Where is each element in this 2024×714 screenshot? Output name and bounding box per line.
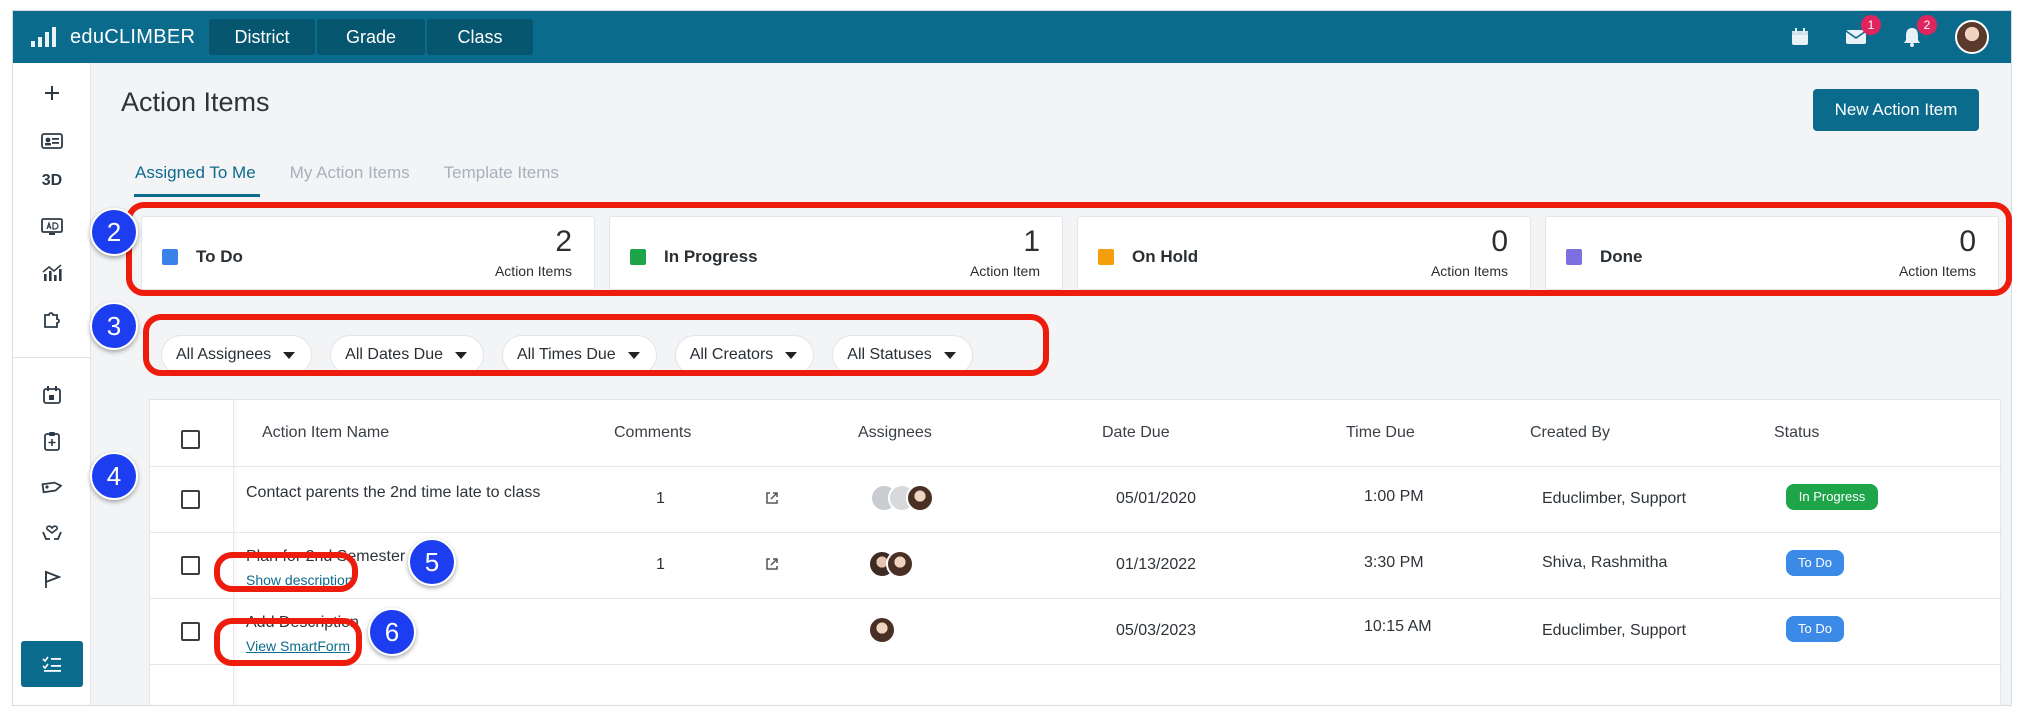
row-divider — [150, 598, 2002, 599]
new-action-item-button[interactable]: New Action Item — [1813, 89, 1979, 131]
assignee-avatar — [906, 484, 934, 512]
page-title: Action Items — [121, 87, 270, 117]
checklist-icon — [42, 656, 61, 672]
column-header-date-due[interactable]: Date Due — [1102, 424, 1170, 442]
row-checkbox[interactable] — [181, 622, 200, 641]
open-external-icon[interactable] — [764, 556, 780, 572]
comment-count: 1 — [656, 490, 665, 507]
row-checkbox[interactable] — [181, 556, 200, 575]
tab-district[interactable]: District — [209, 19, 315, 55]
callout-3: 3 — [90, 302, 138, 350]
flag-icon[interactable] — [13, 561, 91, 597]
callout-6: 6 — [368, 608, 416, 656]
assessment-display-icon[interactable] — [13, 209, 91, 245]
column-header-name[interactable]: Action Item Name — [262, 424, 389, 442]
tag-icon[interactable] — [13, 469, 91, 505]
created-by: Educlimber, Support — [1542, 490, 1687, 507]
time-due: 10:15 AM — [1364, 618, 1432, 635]
header-actions: 1 2 — [1787, 11, 1989, 63]
charts-icon[interactable] — [13, 255, 91, 291]
user-avatar[interactable] — [1955, 20, 1989, 54]
top-bar: eduCLIMBER District Grade Class 1 2 — [13, 11, 2011, 63]
schedule-icon[interactable] — [13, 377, 91, 413]
view-smartform-highlight — [214, 618, 362, 666]
row-divider — [150, 664, 2002, 665]
column-header-status[interactable]: Status — [1774, 424, 1819, 442]
column-header-created-by[interactable]: Created By — [1530, 424, 1610, 442]
open-external-icon[interactable] — [764, 490, 780, 506]
date-due: 05/03/2023 — [1116, 622, 1197, 639]
status-badge: To Do — [1786, 616, 1844, 642]
clipboard-icon[interactable] — [13, 423, 91, 459]
3d-view-icon[interactable]: 3D — [13, 163, 91, 199]
tab-assigned-to-me[interactable]: Assigned To Me — [135, 163, 256, 183]
row-checkbox[interactable] — [181, 490, 200, 509]
bell-icon[interactable]: 2 — [1899, 15, 1937, 50]
tab-grade[interactable]: Grade — [317, 19, 425, 55]
scope-tabs: District Grade Class — [209, 19, 533, 55]
puzzle-icon[interactable] — [13, 301, 91, 337]
comment-count: 1 — [656, 556, 665, 573]
action-items-nav[interactable] — [21, 641, 83, 687]
status-cards-highlight — [126, 202, 2012, 296]
time-due: 3:30 PM — [1364, 554, 1424, 571]
column-header-comments[interactable]: Comments — [614, 424, 691, 442]
assignee-avatar — [868, 616, 896, 644]
row-divider — [150, 532, 2002, 533]
support-hands-icon[interactable] — [13, 515, 91, 551]
brand[interactable]: eduCLIMBER — [31, 26, 209, 49]
mail-icon[interactable]: 1 — [1843, 15, 1881, 50]
row-divider — [150, 466, 2002, 467]
calendar-icon[interactable] — [1787, 24, 1813, 50]
mail-count-badge: 1 — [1861, 15, 1881, 35]
created-by: Shiva, Rashmitha — [1542, 554, 1668, 571]
callout-5: 5 — [408, 538, 456, 586]
status-badge: To Do — [1786, 550, 1844, 576]
action-item-tabs: Assigned To Me My Action Items Template … — [135, 163, 593, 183]
sidebar: 3D — [13, 63, 91, 705]
time-due: 1:00 PM — [1364, 488, 1424, 505]
column-header-assignees[interactable]: Assignees — [858, 424, 932, 442]
date-due: 05/01/2020 — [1116, 490, 1197, 507]
show-description-highlight — [214, 552, 358, 592]
tab-my-action-items[interactable]: My Action Items — [290, 163, 410, 183]
status-badge: In Progress — [1786, 484, 1878, 510]
callout-2: 2 — [90, 208, 138, 256]
action-item-name[interactable]: Contact parents the 2nd time late to cla… — [246, 484, 540, 502]
tab-template-items[interactable]: Template Items — [444, 163, 559, 183]
active-tab-indicator — [134, 194, 260, 197]
select-all-checkbox[interactable] — [181, 430, 200, 449]
date-due: 01/13/2022 — [1116, 556, 1197, 573]
logo-icon — [31, 27, 56, 47]
app-name: eduCLIMBER — [70, 25, 196, 48]
sidebar-divider — [13, 357, 91, 358]
callout-4: 4 — [90, 452, 138, 500]
student-card-icon[interactable] — [13, 123, 91, 159]
assignee-avatar — [886, 550, 914, 578]
filters-highlight — [143, 314, 1049, 376]
column-header-time-due[interactable]: Time Due — [1346, 424, 1415, 442]
tab-class[interactable]: Class — [427, 19, 533, 55]
notification-count-badge: 2 — [1917, 15, 1937, 35]
add-icon[interactable] — [13, 75, 91, 111]
created-by: Educlimber, Support — [1542, 622, 1687, 639]
